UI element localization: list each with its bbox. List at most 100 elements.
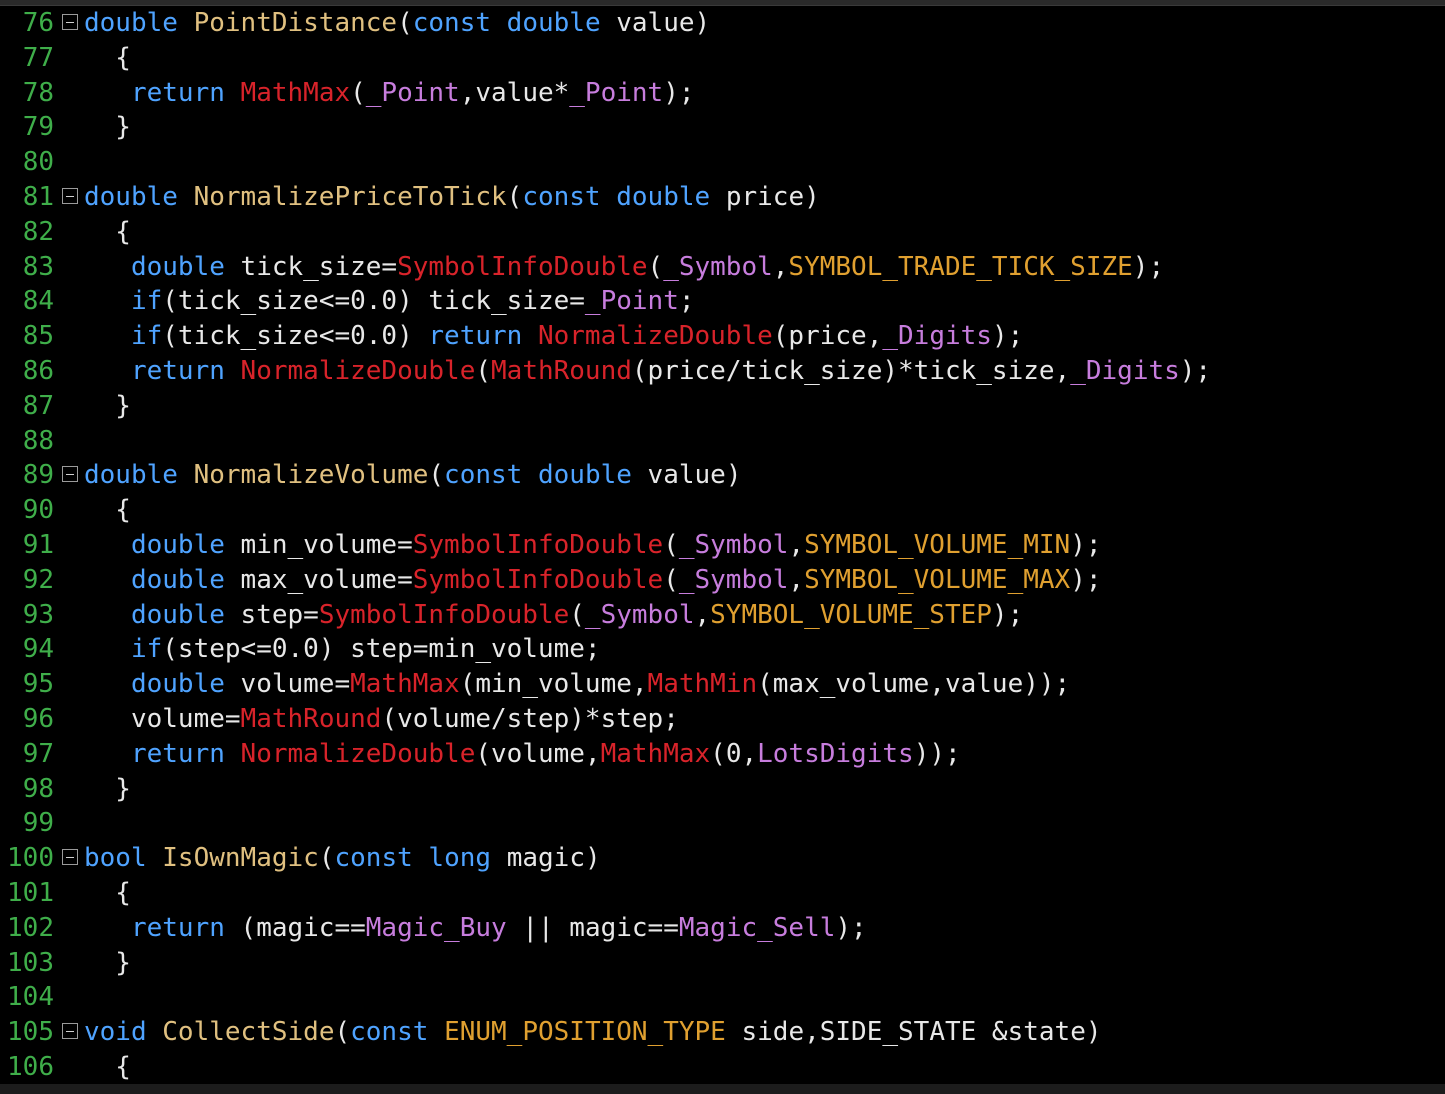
code-line[interactable]: 99 (0, 806, 1445, 841)
code-line[interactable]: 79 } (0, 110, 1445, 145)
constant-token: ENUM_POSITION_TYPE (444, 1017, 726, 1048)
predefined-variable-token: _Digits (1070, 356, 1180, 386)
keyword-token: const (412, 8, 492, 38)
code-line[interactable]: 90 { (0, 493, 1445, 528)
code-text-token: ( (397, 8, 413, 38)
predefined-variable-token: _Symbol (663, 251, 773, 282)
code-line[interactable]: 83 double tick_size=SymbolInfoDouble(_Sy… (0, 250, 1445, 285)
code-editor[interactable]: 76 double PointDistance(const double valu… (0, 0, 1445, 1094)
code-text-token: ); (663, 77, 695, 108)
code-text: double step=SymbolInfoDouble(_Symbol,SYM… (84, 598, 1023, 633)
builtin-function-token: MathMax (240, 77, 351, 108)
fold-collapse-icon[interactable] (62, 466, 78, 483)
code-line[interactable]: 91 double min_volume=SymbolInfoDouble(_S… (0, 528, 1445, 563)
code-text-token: } (84, 947, 131, 978)
code-line[interactable]: 80 (0, 145, 1445, 180)
line-number: 95 (22, 669, 54, 700)
code-line[interactable]: 89 double NormalizeVolume(const double va… (0, 458, 1445, 493)
code-line[interactable]: 77 { (0, 41, 1445, 76)
line-number: 89 (22, 460, 54, 491)
predefined-variable-token: _Point (584, 286, 679, 317)
builtin-function-token: MathRound (240, 704, 382, 734)
keyword-token: double (84, 460, 178, 491)
keyword-token: return (130, 77, 225, 108)
line-number: 77 (22, 42, 54, 73)
code-text-token: (volume/step)*step; (381, 704, 679, 734)
function-name-token: PointDistance (193, 8, 398, 38)
constant-token: SYMBOL_TRADE_TICK_SIZE (788, 251, 1133, 282)
code-text-token: volume= (84, 704, 241, 734)
code-text-token: ( (350, 77, 366, 108)
code-line[interactable]: 85 if(tick_size<=0.0) return NormalizeDo… (0, 319, 1445, 354)
code-line[interactable]: 88 (0, 424, 1445, 459)
code-line[interactable]: 86 return NormalizeDouble(MathRound(pric… (0, 354, 1445, 389)
horizontal-scrollbar[interactable] (0, 1084, 1445, 1094)
code-line[interactable]: 95 double volume=MathMax(min_volume,Math… (0, 667, 1445, 702)
code-text-token: { (84, 42, 131, 73)
predefined-variable-token: _Point (365, 77, 460, 108)
code-line[interactable]: 87 } (0, 389, 1445, 424)
code-line[interactable]: 103 } (0, 946, 1445, 981)
fold-collapse-icon[interactable] (62, 1023, 78, 1040)
code-text-token: (max_volume,value)); (757, 669, 1071, 700)
builtin-function-token: NormalizeDouble (537, 321, 773, 352)
code-line[interactable]: 93 double step=SymbolInfoDouble(_Symbol,… (0, 598, 1445, 633)
predefined-variable-token: _Digits (882, 321, 992, 352)
code-text: double NormalizeVolume(const double valu… (84, 458, 741, 493)
code-line[interactable]: 92 double max_volume=SymbolInfoDouble(_S… (0, 563, 1445, 598)
code-line[interactable]: 82 { (0, 215, 1445, 250)
code-line[interactable]: 104 (0, 980, 1445, 1015)
keyword-token: double (84, 182, 178, 212)
keyword-token: double (537, 460, 632, 491)
code-text-token: magic) (491, 843, 601, 874)
code-text-token: , (788, 530, 805, 560)
predefined-variable-token: Magic_Buy (365, 912, 507, 943)
code-text-token: ( (334, 1017, 351, 1048)
line-number: 96 (22, 704, 54, 734)
builtin-function-token: NormalizeDouble (240, 356, 476, 386)
code-line[interactable]: 100 bool IsOwnMagic(const long magic) (0, 841, 1445, 876)
line-number: 100 (7, 843, 54, 874)
keyword-token: double (506, 8, 601, 38)
fold-collapse-icon[interactable] (62, 14, 78, 30)
code-text-token: ); (1132, 251, 1165, 282)
code-text-token: (tick_size<=0.0) tick_size= (162, 286, 585, 317)
code-line[interactable]: 102 return (magic==Magic_Buy || magic==M… (0, 911, 1445, 946)
line-number: 80 (22, 147, 54, 178)
line-number: 86 (22, 356, 54, 386)
code-line[interactable]: 78 return MathMax(_Point,value*_Point); (0, 76, 1445, 111)
code-text: double tick_size=SymbolInfoDouble(_Symbo… (84, 250, 1164, 285)
fold-collapse-icon[interactable] (62, 188, 78, 204)
code-line[interactable]: 98 } (0, 772, 1445, 807)
line-number: 90 (22, 495, 54, 526)
code-text-token: tick_size= (224, 251, 398, 282)
code-line[interactable]: 81 double NormalizePriceToTick(const doub… (0, 180, 1445, 215)
code-line[interactable]: 97 return NormalizeDouble(volume,MathMax… (0, 737, 1445, 772)
fold-collapse-icon[interactable] (62, 849, 78, 866)
line-number: 93 (22, 599, 54, 630)
keyword-token: const (522, 182, 601, 212)
code-line[interactable]: 94 if(step<=0.0) step=min_volume; (0, 632, 1445, 667)
builtin-function-token: SymbolInfoDouble (412, 530, 664, 560)
code-text-token: (min_volume, (459, 669, 648, 700)
code-text-token: ( (663, 530, 679, 560)
code-text: double volume=MathMax(min_volume,MathMin… (84, 667, 1070, 702)
keyword-token: double (616, 182, 711, 212)
code-line[interactable]: 106 { (0, 1050, 1445, 1085)
function-name-token: NormalizePriceToTick (193, 182, 507, 212)
code-line[interactable]: 76 double PointDistance(const double valu… (0, 6, 1445, 41)
code-text-token: , (788, 564, 805, 595)
code-line[interactable]: 96 volume=MathRound(volume/step)*step; (0, 702, 1445, 737)
code-line[interactable]: 101 { (0, 876, 1445, 911)
code-line[interactable]: 105 void CollectSide(const ENUM_POSITION_… (0, 1015, 1445, 1050)
code-text-token: (tick_size<=0.0) (162, 321, 429, 352)
code-line[interactable]: 84 if(tick_size<=0.0) tick_size=_Point; (0, 284, 1445, 319)
line-number: 84 (22, 286, 54, 317)
